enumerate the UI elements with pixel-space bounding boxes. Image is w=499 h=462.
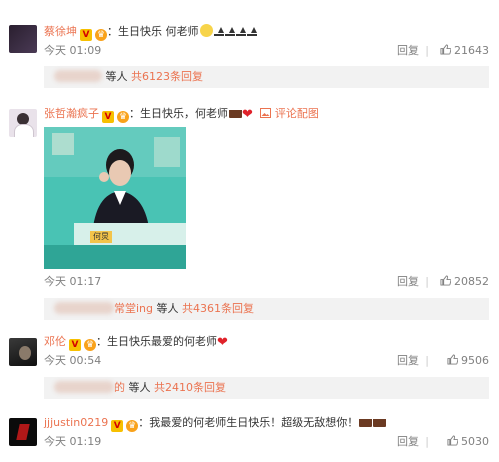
- avatar[interactable]: [9, 109, 37, 137]
- like-count: 20852: [454, 275, 489, 288]
- username-link[interactable]: 邓伦: [44, 335, 66, 348]
- like-count: 9506: [461, 354, 489, 367]
- like-button[interactable]: 21643: [440, 44, 489, 58]
- comment-actions: 回复 | 20852: [289, 275, 489, 289]
- username-link[interactable]: 张哲瀚疯子: [44, 107, 99, 120]
- comment-text: ：生日快乐，何老师: [129, 107, 228, 120]
- divider: |: [425, 435, 429, 448]
- photo-image: [44, 127, 186, 269]
- name-plate: 何炅: [90, 231, 112, 243]
- blurred-name: [54, 381, 114, 393]
- verified-v-icon: V: [111, 420, 124, 432]
- image-icon: [260, 108, 272, 118]
- sailboat-emoji-icon: [213, 27, 224, 36]
- image-link[interactable]: 评论配图: [260, 107, 319, 120]
- reply-button[interactable]: 回复: [397, 435, 419, 449]
- thumbs-up-icon: [440, 44, 451, 55]
- comment-body: 张哲瀚疯子 V ♛ ：生日快乐，何老师 ❤ 评论配图: [44, 106, 319, 123]
- vip-crown-icon: ♛: [117, 111, 129, 123]
- thumbs-up-icon: [440, 275, 451, 286]
- verified-v-icon: V: [69, 339, 81, 351]
- sub-reply-name[interactable]: 常堂ing: [114, 302, 153, 315]
- like-count: 5030: [461, 435, 489, 448]
- comment-text: ：生日快乐 何老师: [107, 25, 199, 38]
- reply-count-link[interactable]: 共2410条回复: [154, 381, 226, 394]
- comment-time: 今天 01:17: [44, 275, 102, 288]
- divider: |: [425, 275, 429, 288]
- sub-reply-name[interactable]: 的: [114, 381, 125, 394]
- comment-time: 今天 01:09: [44, 44, 102, 57]
- comment-time: 今天 01:19: [44, 435, 102, 448]
- cake-emoji-icon: [229, 107, 242, 118]
- comment-text: ：生日快乐最爱的何老师: [96, 335, 217, 348]
- sub-reply-box[interactable]: 的 等人 共2410条回复: [44, 377, 489, 399]
- reply-count-link[interactable]: 共4361条回复: [182, 302, 254, 315]
- sub-reply-box[interactable]: 等人 共6123条回复: [44, 66, 489, 88]
- cake-emoji-icon: [373, 416, 387, 427]
- verified-v-icon: V: [102, 111, 114, 123]
- reply-button[interactable]: 回复: [397, 275, 419, 289]
- thumbs-up-icon: [447, 354, 458, 365]
- sailboat-emoji-icon: [246, 27, 257, 36]
- avatar[interactable]: [9, 25, 37, 53]
- blurred-name: [54, 70, 102, 82]
- username-link[interactable]: jjjustin0219: [44, 416, 108, 429]
- avatar[interactable]: [9, 418, 37, 446]
- sub-reply-suffix: 等人: [128, 381, 151, 394]
- sub-reply-suffix: 等人: [105, 70, 128, 83]
- heart-emoji-icon: ❤: [217, 335, 228, 350]
- like-button[interactable]: 9506: [447, 354, 489, 368]
- comment-text: ：我最爱的何老师生日快乐！超级无敌想你！: [138, 416, 359, 429]
- smile-emoji-icon: [199, 24, 213, 37]
- comment-actions: 回复 | 9506: [289, 354, 489, 368]
- comment-body: 蔡徐坤 V ♛ ：生日快乐 何老师: [44, 24, 257, 41]
- reply-count-link[interactable]: 共6123条回复: [131, 70, 203, 83]
- username-link[interactable]: 蔡徐坤: [44, 25, 77, 38]
- divider: |: [425, 354, 429, 367]
- sailboat-emoji-icon: [235, 27, 246, 36]
- comment-body: jjjustin0219 V ♛ ：我最爱的何老师生日快乐！超级无敌想你！: [44, 415, 387, 432]
- comment-body: 邓伦 V ♛ ：生日快乐最爱的何老师❤: [44, 334, 228, 351]
- thumbs-up-icon: [447, 435, 458, 446]
- reply-button[interactable]: 回复: [397, 354, 419, 368]
- like-button[interactable]: 5030: [447, 435, 489, 449]
- image-link-label: 评论配图: [274, 107, 319, 120]
- sub-reply-suffix: 等人: [156, 302, 179, 315]
- comment-photo[interactable]: 何炅: [44, 127, 186, 269]
- blurred-name: [54, 302, 114, 314]
- divider: |: [425, 44, 429, 57]
- vip-crown-icon: ♛: [84, 339, 96, 351]
- comment-time: 今天 00:54: [44, 354, 102, 367]
- reply-button[interactable]: 回复: [397, 44, 419, 58]
- like-count: 21643: [454, 44, 489, 57]
- cake-emoji-icon: [359, 416, 373, 427]
- vip-crown-icon: ♛: [126, 420, 139, 432]
- like-button[interactable]: 20852: [440, 275, 489, 289]
- comment-actions: 回复 | 21643: [289, 44, 489, 58]
- comment-actions: 回复 | 5030: [289, 435, 489, 449]
- verified-v-icon: V: [80, 29, 92, 41]
- avatar[interactable]: [9, 338, 37, 366]
- sailboat-emoji-icon: [224, 27, 235, 36]
- heart-emoji-icon: ❤: [242, 107, 253, 122]
- sub-reply-box[interactable]: 常堂ing 等人 共4361条回复: [44, 298, 489, 320]
- vip-crown-icon: ♛: [95, 29, 107, 41]
